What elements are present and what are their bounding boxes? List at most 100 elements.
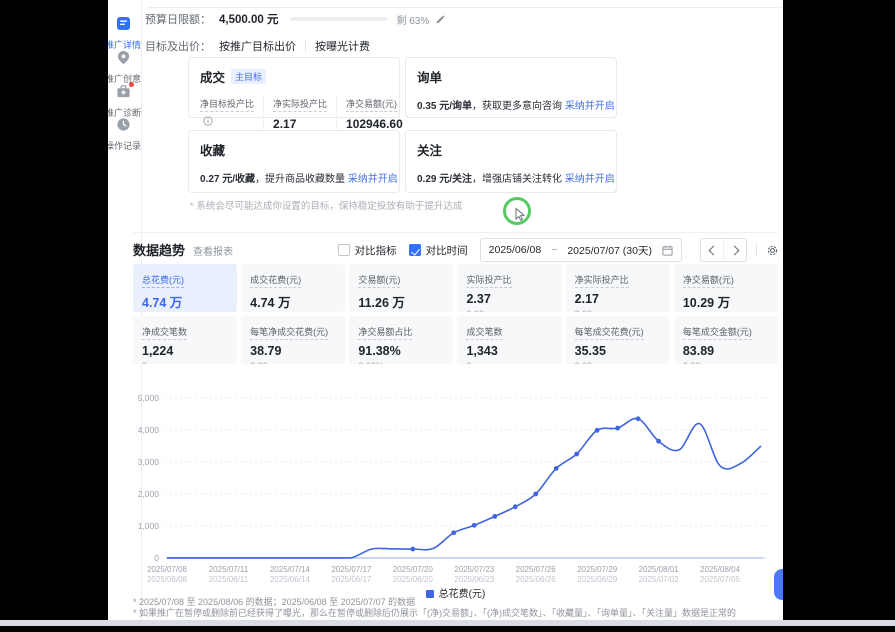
deal-metric-value: 2.17: [273, 117, 296, 131]
sidebar-item-0[interactable]: 推广详情: [108, 16, 149, 51]
metric-card-10[interactable]: 每笔成交花费(元)35.350.00: [566, 316, 670, 364]
compare-time-checkbox[interactable]: 对比时间: [409, 243, 468, 258]
svg-text:2025/07/11: 2025/07/11: [209, 565, 249, 574]
metric-card-compare-value: 0.00: [250, 361, 336, 364]
metric-card-value: 10.29 万: [683, 292, 769, 311]
svg-text:2025/07/17: 2025/07/17: [331, 565, 372, 574]
budget-row: 预算日限额： 4,500.00 元 剩 63%: [145, 11, 446, 27]
favorite-desc: 0.27 元/收藏，提升商品收藏数量 采纳并开启: [200, 170, 388, 185]
metric-card-compare-value: 0.00: [575, 309, 661, 312]
svg-text:4,000: 4,000: [138, 425, 160, 435]
trend-chart-wrap: 01,0002,0003,0004,0005,0002025/07/082025…: [133, 386, 778, 584]
budget-value: 4,500.00 元: [219, 11, 278, 27]
chevron-right-icon: [729, 245, 739, 255]
controls-divider: [756, 243, 757, 257]
compare-metric-label: 对比指标: [355, 243, 397, 258]
app-root: { "sidebar": { "items": [ {"label": "推广详…: [0, 0, 895, 632]
svg-text:2025/06/17: 2025/06/17: [331, 575, 372, 584]
svg-text:2025/06/20: 2025/06/20: [393, 575, 434, 584]
budget-edit-icon[interactable]: [435, 14, 446, 25]
view-report-link[interactable]: 查看报表: [193, 243, 233, 258]
chart-footnote-1: * 2025/07/08 至 2025/08/06 的数据；2025/06/08…: [133, 597, 778, 608]
compare-metric-checkbox[interactable]: 对比指标: [338, 243, 397, 258]
follow-adopt-link[interactable]: 采纳并开启: [565, 174, 615, 185]
goal-card-favorite[interactable]: 收藏 0.27 元/收藏，提升商品收藏数量 采纳并开启: [188, 130, 400, 193]
metric-card-0[interactable]: 总花费(元)4.74 万0.00: [133, 264, 237, 312]
svg-text:2025/06/11: 2025/06/11: [209, 575, 249, 584]
svg-text:2025/08/01: 2025/08/01: [639, 565, 680, 574]
trend-title: 数据趋势: [133, 240, 185, 259]
info-icon[interactable]: [203, 116, 213, 126]
checkbox-unchecked-icon[interactable]: [338, 244, 350, 256]
svg-text:2025/07/26: 2025/07/26: [516, 565, 557, 574]
budget-remaining: 剩 63%: [396, 12, 429, 27]
promo-creative-icon: [116, 50, 131, 65]
svg-text:2025/06/14: 2025/06/14: [270, 575, 311, 584]
trend-chart: 01,0002,0003,0004,0005,0002025/07/082025…: [133, 386, 778, 584]
metric-card-9[interactable]: 成交笔数1,3430: [457, 316, 561, 364]
metric-card-6[interactable]: 净成交笔数1,2240: [133, 316, 237, 364]
checkbox-checked-icon[interactable]: [409, 244, 421, 256]
metric-card-5[interactable]: 净交易额(元)10.29 万0.00: [674, 264, 778, 312]
sidebar-item-2[interactable]: 推广诊断: [108, 84, 149, 119]
goal-option-by-impression[interactable]: 按曝光计费: [315, 38, 370, 54]
metric-card-label: 成交花费(元): [250, 273, 301, 288]
svg-text:2025/08/04: 2025/08/04: [700, 565, 741, 574]
metric-card-7[interactable]: 每笔净成交花费(元)38.790.00: [241, 316, 345, 364]
budget-label: 预算日限额：: [145, 11, 211, 27]
metric-card-compare-value: 0.00: [466, 309, 552, 312]
feedback-side-handle[interactable]: [774, 569, 783, 600]
metric-card-compare-value: 0.00%: [358, 361, 444, 364]
date-range-picker[interactable]: 2025/06/08 ~ 2025/07/07 (30天): [480, 238, 682, 262]
metric-card-2[interactable]: 交易额(元)11.26 万0.00: [349, 264, 453, 312]
metric-card-compare-value: 0: [142, 361, 228, 364]
metric-card-11[interactable]: 每笔成交金额(元)83.890.00: [674, 316, 778, 364]
page-bottom-strip: [0, 620, 895, 626]
trend-controls: 对比指标 对比时间 2025/06/08 ~ 2025/07/07 (30天): [338, 238, 779, 262]
svg-text:2,000: 2,000: [138, 489, 160, 499]
svg-text:5,000: 5,000: [138, 393, 160, 403]
metric-card-label: 交易额(元): [358, 273, 400, 288]
goal-card-inquiry[interactable]: 询单 0.35 元/询单，获取更多意向咨询 采纳并开启: [405, 57, 617, 118]
metric-card-label: 净成交笔数: [142, 325, 187, 340]
panel-top-divider: [148, 7, 783, 8]
follow-desc: 0.29 元/关注，增强店铺关注转化 采纳并开启: [417, 170, 605, 185]
gear-icon[interactable]: [766, 244, 779, 257]
metric-card-3[interactable]: 实际投产比2.370.00: [457, 264, 561, 312]
budget-progress-bar: [290, 17, 387, 21]
metric-card-value: 1,343: [466, 344, 552, 358]
metric-card-8[interactable]: 净交易额占比91.38%0.00%: [349, 316, 453, 364]
prev-period-button[interactable]: [701, 239, 723, 261]
svg-text:2025/07/08: 2025/07/08: [147, 565, 188, 574]
follow-price: 0.29 元/关注: [417, 174, 472, 185]
inquiry-price: 0.35 元/询单: [417, 101, 472, 112]
sidebar-item-label: 操作记录: [108, 139, 149, 152]
deal-metric-label: 净实际投产比: [273, 97, 327, 112]
goal-card-deal[interactable]: 成交 主目标 净目标投产比2.45净实际投产比2.17净交易额(元)102946…: [188, 57, 400, 118]
deal-metric-value: 102946.60: [346, 117, 403, 131]
favorite-adopt-link[interactable]: 采纳并开启: [348, 174, 398, 185]
metric-card-1[interactable]: 成交花费(元)4.74 万0.00: [241, 264, 345, 312]
metric-card-label: 每笔净成交花费(元): [250, 325, 328, 340]
goal-card-follow[interactable]: 关注 0.29 元/关注，增强店铺关注转化 采纳并开启: [405, 130, 617, 193]
operation-log-icon: [116, 117, 131, 132]
metric-card-value: 35.35: [575, 344, 661, 358]
goal-option-by-target[interactable]: 按推广目标出价: [219, 38, 296, 54]
metric-card-value: 2.37: [466, 292, 552, 306]
metric-card-value: 91.38%: [358, 344, 444, 358]
primary-goal-badge: 主目标: [231, 69, 266, 84]
sidebar-item-1[interactable]: 推广创意: [108, 50, 149, 85]
promo-detail-icon: [116, 16, 131, 31]
metric-card-4[interactable]: 净实际投产比2.170.00: [566, 264, 670, 312]
next-period-button[interactable]: [723, 239, 746, 261]
metric-card-label: 每笔成交金额(元): [683, 325, 752, 340]
sidebar-item-3[interactable]: 操作记录: [108, 117, 149, 152]
metric-card-value: 2.17: [575, 292, 661, 306]
goal-cards: 成交 主目标 净目标投产比2.45净实际投产比2.17净交易额(元)102946…: [188, 57, 618, 193]
chevron-left-icon: [708, 245, 718, 255]
svg-text:1,000: 1,000: [138, 521, 160, 531]
favorite-price: 0.27 元/收藏: [200, 174, 255, 185]
svg-text:2025/07/05: 2025/07/05: [700, 575, 741, 584]
inquiry-adopt-link[interactable]: 采纳并开启: [565, 101, 615, 112]
favorite-title: 收藏: [200, 140, 225, 159]
